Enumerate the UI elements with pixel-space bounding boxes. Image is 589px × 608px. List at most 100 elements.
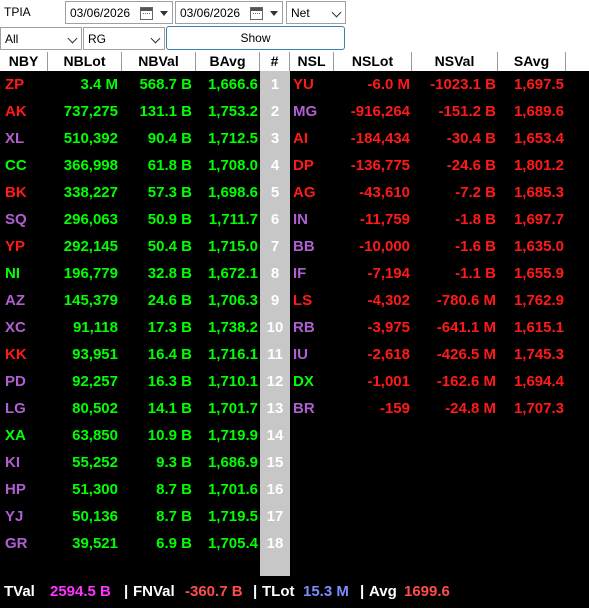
header-nsval[interactable]: NSVal	[412, 52, 498, 71]
cell-nsl[interactable]: AG	[290, 179, 334, 206]
cell-nsl[interactable]: IU	[290, 341, 334, 368]
cell-nby[interactable]: ZP	[0, 71, 48, 98]
table-row[interactable]: PD 92,257 16.3 B 1,710.1 12 DX -1,001 -162.6 M 1…	[0, 368, 589, 395]
cell-nblot: 80,502	[72, 400, 118, 417]
cell-nsl[interactable]: IN	[290, 206, 334, 233]
cell-nsl[interactable]	[290, 503, 334, 530]
cell-nby[interactable]: KI	[0, 449, 48, 476]
cell-bavg: 1,706.3	[207, 292, 258, 309]
cell-nsl[interactable]	[290, 476, 334, 503]
avg-label: Avg	[369, 583, 397, 600]
summary-footer: TVal 2594.5 B | FNVal -360.7 B | TLot 15…	[0, 576, 589, 608]
cell-nby[interactable]: YJ	[0, 503, 48, 530]
table-row[interactable]: NI 196,779 32.8 B 1,672.1 8 IF -7,194 -1.1 B 1,6…	[0, 260, 589, 287]
cell-nby[interactable]: YP	[0, 233, 48, 260]
cell-nby[interactable]: LG	[0, 395, 48, 422]
cell-nsl[interactable]: MG	[290, 98, 334, 125]
header-nslot[interactable]: NSLot	[334, 52, 412, 71]
header-savg[interactable]: SAvg	[498, 52, 566, 71]
date-to-picker[interactable]: 03/06/2026	[175, 1, 283, 24]
cell-nby[interactable]: NI	[0, 260, 48, 287]
cell-n: 9	[270, 292, 280, 309]
header-nbval[interactable]: NBVal	[122, 52, 196, 71]
cell-savg	[498, 503, 564, 530]
date-to-value: 03/06/2026	[180, 5, 241, 20]
cell-nby[interactable]: AZ	[0, 287, 48, 314]
cell-nby[interactable]: XL	[0, 125, 48, 152]
cell-nby[interactable]: XA	[0, 422, 48, 449]
cell-nby[interactable]: PD	[0, 368, 48, 395]
header-nsl[interactable]: NSL	[290, 52, 334, 71]
table-row[interactable]: AZ 145,379 24.6 B 1,706.3 9 LS -4,302 -780.6 M 1…	[0, 287, 589, 314]
cell-nsl[interactable]	[290, 530, 334, 557]
date-from-picker[interactable]: 03/06/2026	[65, 1, 173, 24]
cell-nslot: -916,264	[350, 103, 410, 120]
cell-savg: 1,635.0	[513, 238, 564, 255]
cell-nsl[interactable]: BB	[290, 233, 334, 260]
cell-nby[interactable]: XC	[0, 314, 48, 341]
table-row[interactable]: XA 63,850 10.9 B 1,719.9 14	[0, 422, 589, 449]
header-bavg[interactable]: BAvg	[196, 52, 260, 71]
header-nblot[interactable]: NBLot	[48, 52, 122, 71]
table-row[interactable]: KK 93,951 16.4 B 1,716.1 11 IU -2,618 -426.5 M 1…	[0, 341, 589, 368]
cell-nsl[interactable]: YU	[290, 71, 334, 98]
cell-nsl[interactable]: AI	[290, 125, 334, 152]
dropdown-arrow-icon[interactable]	[160, 11, 168, 16]
show-button[interactable]: Show	[166, 26, 345, 50]
table-row[interactable]: SQ 296,063 50.9 B 1,711.7 6 IN -11,759 -1.8 B 1,…	[0, 206, 589, 233]
cell-nsval: -151.2 B	[438, 103, 496, 120]
cell-nsl[interactable]: LS	[290, 287, 334, 314]
table-row[interactable]: BK 338,227 57.3 B 1,698.6 5 AG -43,610 -7.2 B 1,…	[0, 179, 589, 206]
filter2-select[interactable]: RG	[83, 27, 165, 50]
cell-nby[interactable]: SQ	[0, 206, 48, 233]
cell-nby[interactable]: HP	[0, 476, 48, 503]
table-row[interactable]: XL 510,392 90.4 B 1,712.5 3 AI -184,434 -30.4 B…	[0, 125, 589, 152]
cell-n: 5	[270, 184, 280, 201]
cell-nby[interactable]: KK	[0, 341, 48, 368]
table-row[interactable]: LG 80,502 14.1 B 1,701.7 13 BR -159 -24.8 M 1,70…	[0, 395, 589, 422]
dropdown-arrow-icon[interactable]	[270, 11, 278, 16]
table-row[interactable]: HP 51,300 8.7 B 1,701.6 16	[0, 476, 589, 503]
cell-nblot: 51,300	[72, 481, 118, 498]
header-n[interactable]: #	[260, 52, 290, 71]
cell-nslot	[334, 476, 410, 503]
table-row[interactable]: YP 292,145 50.4 B 1,715.0 7 BB -10,000 -1.6 B 1,…	[0, 233, 589, 260]
calendar-icon[interactable]	[140, 7, 153, 20]
table-row[interactable]: YJ 50,136 8.7 B 1,719.5 17	[0, 503, 589, 530]
cell-nblot: 737,275	[63, 103, 118, 120]
cell-nblot: 92,257	[72, 373, 118, 390]
fnval-value: -360.7 B	[185, 583, 243, 600]
cell-nsl[interactable]: DP	[290, 152, 334, 179]
fnval-label: FNVal	[133, 583, 175, 600]
header-nby[interactable]: NBY	[0, 52, 48, 71]
table-row[interactable]: XC 91,118 17.3 B 1,738.2 10 RB -3,975 -641.1 M 1…	[0, 314, 589, 341]
cell-nbval: 17.3 B	[147, 319, 192, 336]
table-row[interactable]: KI 55,252 9.3 B 1,686.9 15	[0, 449, 589, 476]
cell-n: 12	[266, 373, 284, 390]
table-row[interactable]: ZP 3.4 M 568.7 B 1,666.6 1 YU -6.0 M -1023.1 B 1…	[0, 71, 589, 98]
table-row[interactable]: AK 737,275 131.1 B 1,753.2 2 MG -916,264 -151.2…	[0, 98, 589, 125]
table-row[interactable]: CC 366,998 61.8 B 1,708.0 4 DP -136,775 -24.6 B…	[0, 152, 589, 179]
cell-nsl[interactable]: DX	[290, 368, 334, 395]
cell-nsl[interactable]: IF	[290, 260, 334, 287]
chevron-down-icon	[331, 7, 342, 18]
cell-nby[interactable]: AK	[0, 98, 48, 125]
cell-bavg: 1,715.0	[207, 238, 258, 255]
cell-nsl[interactable]	[290, 449, 334, 476]
cell-bavg: 1,708.0	[207, 157, 258, 174]
calendar-icon[interactable]	[250, 7, 263, 20]
cell-nsval: -426.5 M	[436, 346, 496, 363]
cell-nby[interactable]: GR	[0, 530, 48, 557]
table-row[interactable]: GR 39,521 6.9 B 1,705.4 18	[0, 530, 589, 557]
symbol-field[interactable]: TPIA	[0, 0, 64, 24]
cell-nby[interactable]: CC	[0, 152, 48, 179]
cell-nsval	[412, 422, 496, 449]
cell-nsl[interactable]: RB	[290, 314, 334, 341]
cell-nsl[interactable]: BR	[290, 395, 334, 422]
tlot-value: 15.3 M	[303, 583, 349, 600]
cell-nby[interactable]: BK	[0, 179, 48, 206]
cell-nsval: -641.1 M	[436, 319, 496, 336]
filter1-select[interactable]: All	[0, 27, 82, 50]
cell-nsl[interactable]	[290, 422, 334, 449]
mode-select[interactable]: Net	[286, 1, 346, 24]
